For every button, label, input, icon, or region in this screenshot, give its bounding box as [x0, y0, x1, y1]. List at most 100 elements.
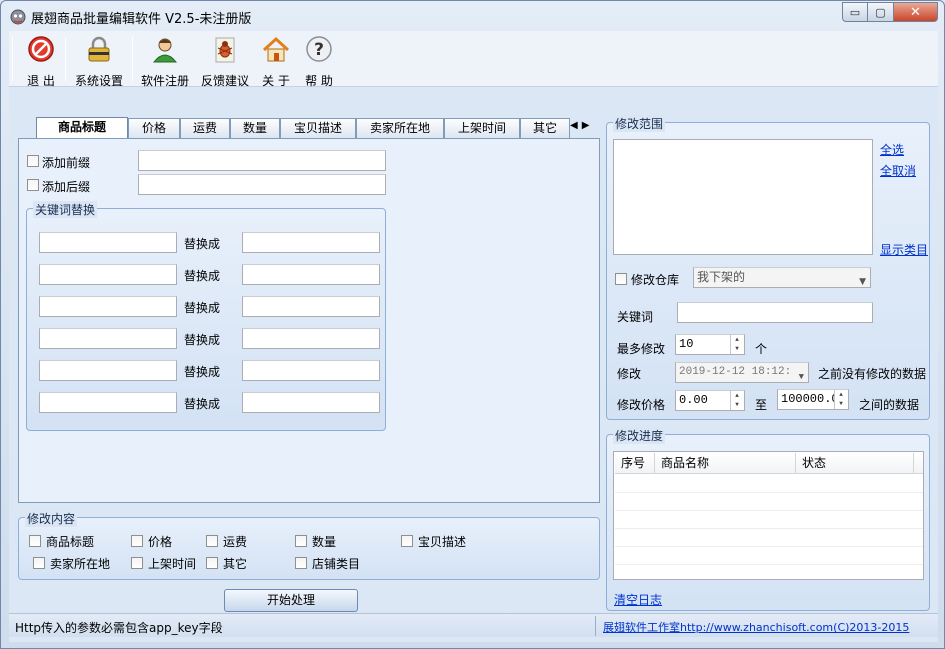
option-checkbox[interactable] [401, 535, 413, 547]
option-checkbox[interactable] [131, 535, 143, 547]
main-window: 展翅商品批量编辑软件 V2.5-未注册版 ▭ ▢ ✕ 退 出 系统设置 软件注册… [0, 0, 945, 649]
chevron-down-icon: ▼ [798, 372, 804, 382]
option-checkbox[interactable] [131, 557, 143, 569]
category-list[interactable] [613, 139, 873, 255]
close-button[interactable]: ✕ [894, 2, 938, 22]
option-checkbox[interactable] [33, 557, 45, 569]
title-bar[interactable]: 展翅商品批量编辑软件 V2.5-未注册版 ▭ ▢ ✕ [1, 1, 944, 31]
column-header[interactable]: 序号 [615, 453, 655, 473]
spin-arrows-icon[interactable]: ▲ ▼ [834, 390, 847, 409]
column-header[interactable]: 状态 [796, 453, 914, 473]
keyword-input[interactable] [677, 302, 873, 323]
column-header[interactable]: 商品名称 [655, 453, 796, 473]
replace-from-input[interactable] [39, 328, 177, 349]
row-divider [615, 492, 923, 493]
exit-icon [28, 36, 54, 62]
price-label: 修改价格 [617, 398, 666, 412]
row-divider [615, 564, 923, 565]
about-button[interactable]: 关 于 [258, 35, 294, 89]
tab-description[interactable]: 宝贝描述 [280, 118, 356, 138]
replace-label: 替换成 [184, 269, 221, 283]
prefix-input[interactable] [138, 150, 386, 171]
window-title: 展翅商品批量编辑软件 V2.5-未注册版 [31, 12, 252, 27]
app-icon [10, 9, 26, 25]
tab-quantity[interactable]: 数量 [230, 118, 280, 138]
suffix-checkbox[interactable] [27, 179, 39, 191]
option-checkbox[interactable] [206, 557, 218, 569]
tab-location[interactable]: 卖家所在地 [356, 118, 444, 138]
tab-strip: 商品标题 价格 运费 数量 宝贝描述 卖家所在地 上架时间 其它 ◀▶ [18, 117, 600, 139]
start-button[interactable]: 开始处理 [224, 589, 358, 612]
replace-label: 替换成 [184, 365, 221, 379]
replace-to-input[interactable] [242, 232, 380, 253]
copyright-link[interactable]: 展翅软件工作室http://www.zhanchisoft.com(C)2013… [603, 619, 909, 635]
spin-arrows-icon[interactable]: ▲ ▼ [730, 391, 743, 410]
max-count-stepper[interactable]: 10 ▲ ▼ [675, 334, 745, 355]
progress-list[interactable]: 序号 商品名称 状态 [613, 451, 924, 580]
warehouse-select[interactable]: 我下架的 ▼ [693, 267, 871, 288]
replace-to-input[interactable] [242, 328, 380, 349]
prefix-checkbox[interactable] [27, 155, 39, 167]
help-button[interactable]: ? 帮 助 [301, 35, 337, 89]
max-count-value: 10 [679, 337, 694, 351]
option-label: 运费 [223, 535, 248, 549]
spin-arrows-icon[interactable]: ▲ ▼ [730, 335, 743, 354]
price-to-stepper[interactable]: 100000.00 ▲ ▼ [777, 389, 849, 410]
replace-to-input[interactable] [242, 360, 380, 381]
replace-from-input[interactable] [39, 296, 177, 317]
row-divider [615, 510, 923, 511]
tab-listing-time[interactable]: 上架时间 [444, 118, 520, 138]
option-label: 其它 [223, 557, 248, 571]
toolbar-separator [132, 37, 133, 81]
modify-content-group: 修改内容 商品标题 价格 运费 数量 宝贝描述 卖家所在地 上架时间 其它 店铺… [18, 510, 600, 580]
price-from-stepper[interactable]: 0.00 ▲ ▼ [675, 390, 745, 411]
tab-title[interactable]: 商品标题 [36, 117, 128, 139]
replace-label: 替换成 [184, 301, 221, 315]
tab-scroll-arrows-icon[interactable]: ◀▶ [570, 120, 593, 131]
bug-icon [215, 37, 235, 63]
exit-label: 退 出 [27, 74, 55, 88]
feedback-button[interactable]: 反馈建议 [198, 35, 252, 89]
replace-from-input[interactable] [39, 232, 177, 253]
exit-button[interactable]: 退 出 [21, 35, 61, 89]
option-checkbox[interactable] [206, 535, 218, 547]
price-from-value: 0.00 [679, 393, 708, 407]
select-all-link[interactable]: 全选 [880, 141, 904, 158]
row-divider [615, 528, 923, 529]
modify-label: 修改 [617, 367, 642, 381]
option-checkbox[interactable] [295, 557, 307, 569]
replace-from-input[interactable] [39, 360, 177, 381]
maximize-button[interactable]: ▢ [868, 2, 894, 22]
settings-button[interactable]: 系统设置 [71, 35, 127, 89]
home-icon [262, 36, 290, 62]
replace-to-input[interactable] [242, 296, 380, 317]
help-icon: ? [306, 36, 332, 62]
modify-scope-title: 修改范围 [613, 115, 666, 132]
deselect-all-link[interactable]: 全取消 [880, 162, 916, 179]
clear-log-link[interactable]: 清空日志 [614, 591, 662, 608]
show-categories-link[interactable]: 显示类目 [880, 241, 928, 258]
option-label: 卖家所在地 [50, 557, 111, 571]
replace-from-input[interactable] [39, 392, 177, 413]
date-picker[interactable]: 2019-12-12 18:12: ▼ [675, 362, 809, 383]
replace-from-input[interactable] [39, 264, 177, 285]
replace-label: 替换成 [184, 333, 221, 347]
register-button[interactable]: 软件注册 [138, 35, 192, 89]
option-checkbox[interactable] [29, 535, 41, 547]
minimize-button[interactable]: ▭ [842, 2, 868, 22]
tab-label: 上架时间 [457, 121, 506, 135]
replace-to-input[interactable] [242, 392, 380, 413]
suffix-input[interactable] [138, 174, 386, 195]
warehouse-checkbox[interactable] [615, 273, 627, 285]
toolbar: 退 出 系统设置 软件注册 反馈建议 关 于 ? 帮 助 [9, 31, 938, 89]
tab-other[interactable]: 其它 [520, 118, 570, 138]
tab-label: 数量 [242, 121, 267, 135]
tab-price[interactable]: 价格 [128, 118, 180, 138]
chevron-down-icon: ▼ [859, 277, 866, 287]
replace-to-input[interactable] [242, 264, 380, 285]
tab-shipping[interactable]: 运费 [180, 118, 230, 138]
option-label: 商品标题 [46, 535, 95, 549]
option-checkbox[interactable] [295, 535, 307, 547]
max-label: 最多修改 [617, 342, 666, 356]
tab-label: 价格 [141, 121, 166, 135]
